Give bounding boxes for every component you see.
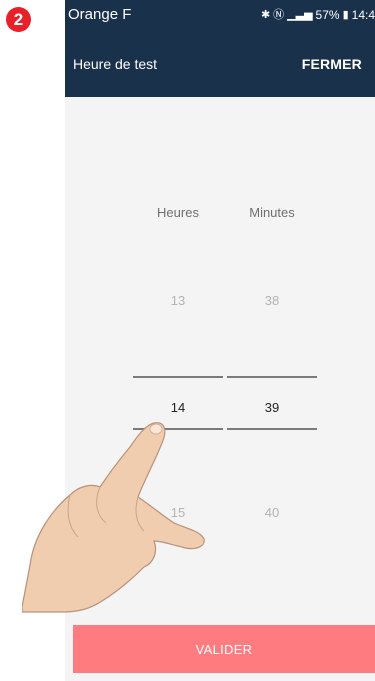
- close-button[interactable]: FERMER: [302, 56, 362, 72]
- minutes-prev-value[interactable]: 38: [227, 293, 317, 308]
- minutes-bottom-divider: [227, 428, 317, 430]
- hours-column-label: Heures: [157, 205, 199, 220]
- battery-percent: 57%: [315, 8, 340, 22]
- minutes-column-label: Minutes: [249, 205, 295, 220]
- status-bar: Orange F ✱ Ⓝ ▁▃▅ 57% ▮ 14:4: [65, 0, 375, 32]
- bluetooth-icon: ✱: [260, 8, 271, 21]
- nfc-icon: Ⓝ: [273, 8, 285, 21]
- page-title: Heure de test: [73, 56, 158, 72]
- minutes-top-divider: [227, 376, 317, 378]
- status-icons: ✱ Ⓝ ▁▃▅ 57% ▮ 14:4: [261, 8, 375, 22]
- hours-top-divider: [133, 376, 223, 378]
- carrier-name: Orange F: [68, 6, 132, 23]
- step-number-badge: 2: [6, 7, 31, 32]
- status-time: 14:4: [351, 8, 375, 22]
- minutes-selected-value[interactable]: 39: [227, 400, 317, 415]
- hours-selected-value[interactable]: 14: [133, 400, 223, 415]
- minutes-next-value[interactable]: 40: [227, 505, 317, 520]
- pointing-hand-icon: [22, 422, 205, 613]
- app-bar: Heure de test FERMER: [65, 32, 375, 97]
- validate-button[interactable]: VALIDER: [73, 625, 375, 673]
- hours-prev-value[interactable]: 13: [133, 293, 223, 308]
- signal-icon: ▁▃▅: [287, 8, 313, 21]
- battery-icon: ▮: [342, 8, 349, 21]
- screen: 2 Orange F ✱ Ⓝ ▁▃▅ 57% ▮ 14:4 Heure de t…: [0, 0, 375, 681]
